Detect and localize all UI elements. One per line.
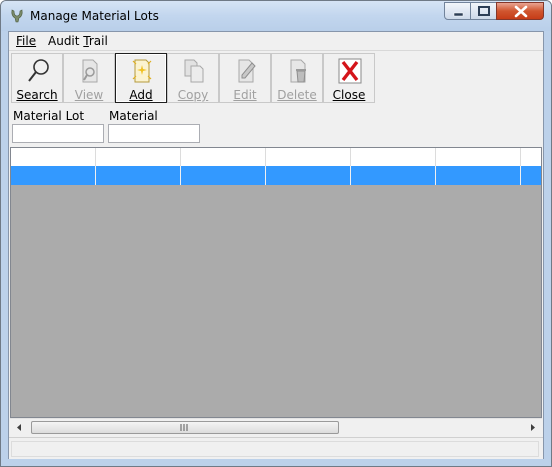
table-cell (266, 166, 351, 185)
maximize-button[interactable] (470, 2, 497, 20)
scroll-grip-icon (180, 424, 188, 431)
column-header[interactable] (436, 148, 521, 166)
close-window-button[interactable] (496, 2, 544, 20)
edit-icon (238, 59, 256, 83)
menu-bar: File Audit Trail (9, 32, 543, 51)
material-lot-label: Material Lot (13, 109, 85, 123)
copy-button[interactable]: Copy (167, 53, 219, 103)
copy-button-label: Copy (177, 88, 209, 102)
table-cell (11, 166, 96, 185)
add-button[interactable]: Add (115, 53, 167, 103)
view-button-label: View (74, 88, 104, 102)
title-bar[interactable]: Manage Material Lots (1, 1, 551, 31)
data-grid[interactable] (10, 147, 542, 418)
search-icon (28, 59, 49, 82)
window-title: Manage Material Lots (30, 9, 159, 23)
maximize-icon (478, 6, 490, 16)
minimize-icon (453, 12, 464, 17)
grid-header (11, 148, 541, 166)
horizontal-scrollbar[interactable] (10, 418, 542, 436)
table-cell (351, 166, 436, 185)
column-header[interactable] (521, 148, 541, 166)
material-label: Material (109, 109, 158, 123)
copy-icon (184, 59, 204, 83)
delete-button[interactable]: Delete (271, 53, 323, 103)
edit-button[interactable]: Edit (219, 53, 271, 103)
search-button[interactable]: Search (11, 53, 63, 103)
menu-audit-trail[interactable]: Audit Trail (48, 34, 108, 48)
scroll-right-icon[interactable] (524, 419, 541, 436)
search-button-label: Search (16, 88, 58, 102)
column-header[interactable] (96, 148, 181, 166)
delete-button-label: Delete (277, 88, 317, 102)
view-icon (82, 59, 98, 83)
table-cell (181, 166, 266, 185)
close-icon (514, 5, 528, 18)
table-cell (96, 166, 181, 185)
close-button-label: Close (332, 88, 366, 102)
app-icon (11, 9, 23, 23)
column-header[interactable] (351, 148, 436, 166)
scroll-left-icon[interactable] (11, 419, 28, 436)
add-icon (132, 59, 152, 83)
table-cell (436, 166, 521, 185)
column-header[interactable] (181, 148, 266, 166)
status-bar (9, 437, 543, 459)
status-panel (11, 441, 539, 457)
scroll-thumb[interactable] (31, 421, 339, 434)
edit-button-label: Edit (233, 88, 257, 102)
column-header[interactable] (266, 148, 351, 166)
add-button-label: Add (129, 88, 153, 102)
minimize-button[interactable] (444, 2, 471, 20)
table-row[interactable] (11, 166, 541, 185)
client-area: File Audit Trail Search View Add Copy Ed… (8, 31, 544, 459)
column-header[interactable] (11, 148, 96, 166)
view-button[interactable]: View (63, 53, 115, 103)
toolbar: Search View Add Copy Edit Delete Close (9, 51, 543, 105)
delete-icon (290, 59, 306, 83)
menu-file[interactable]: File (16, 34, 36, 48)
table-cell (521, 166, 541, 185)
menu-file-label: File (16, 34, 37, 48)
close-x-icon (338, 58, 362, 84)
filter-panel: Material Lot Material (9, 105, 543, 145)
material-lot-input[interactable] (12, 124, 104, 143)
close-button[interactable]: Close (323, 53, 375, 103)
window: Manage Material Lots File Audit Trail Se… (0, 0, 552, 467)
material-input[interactable] (108, 124, 200, 143)
